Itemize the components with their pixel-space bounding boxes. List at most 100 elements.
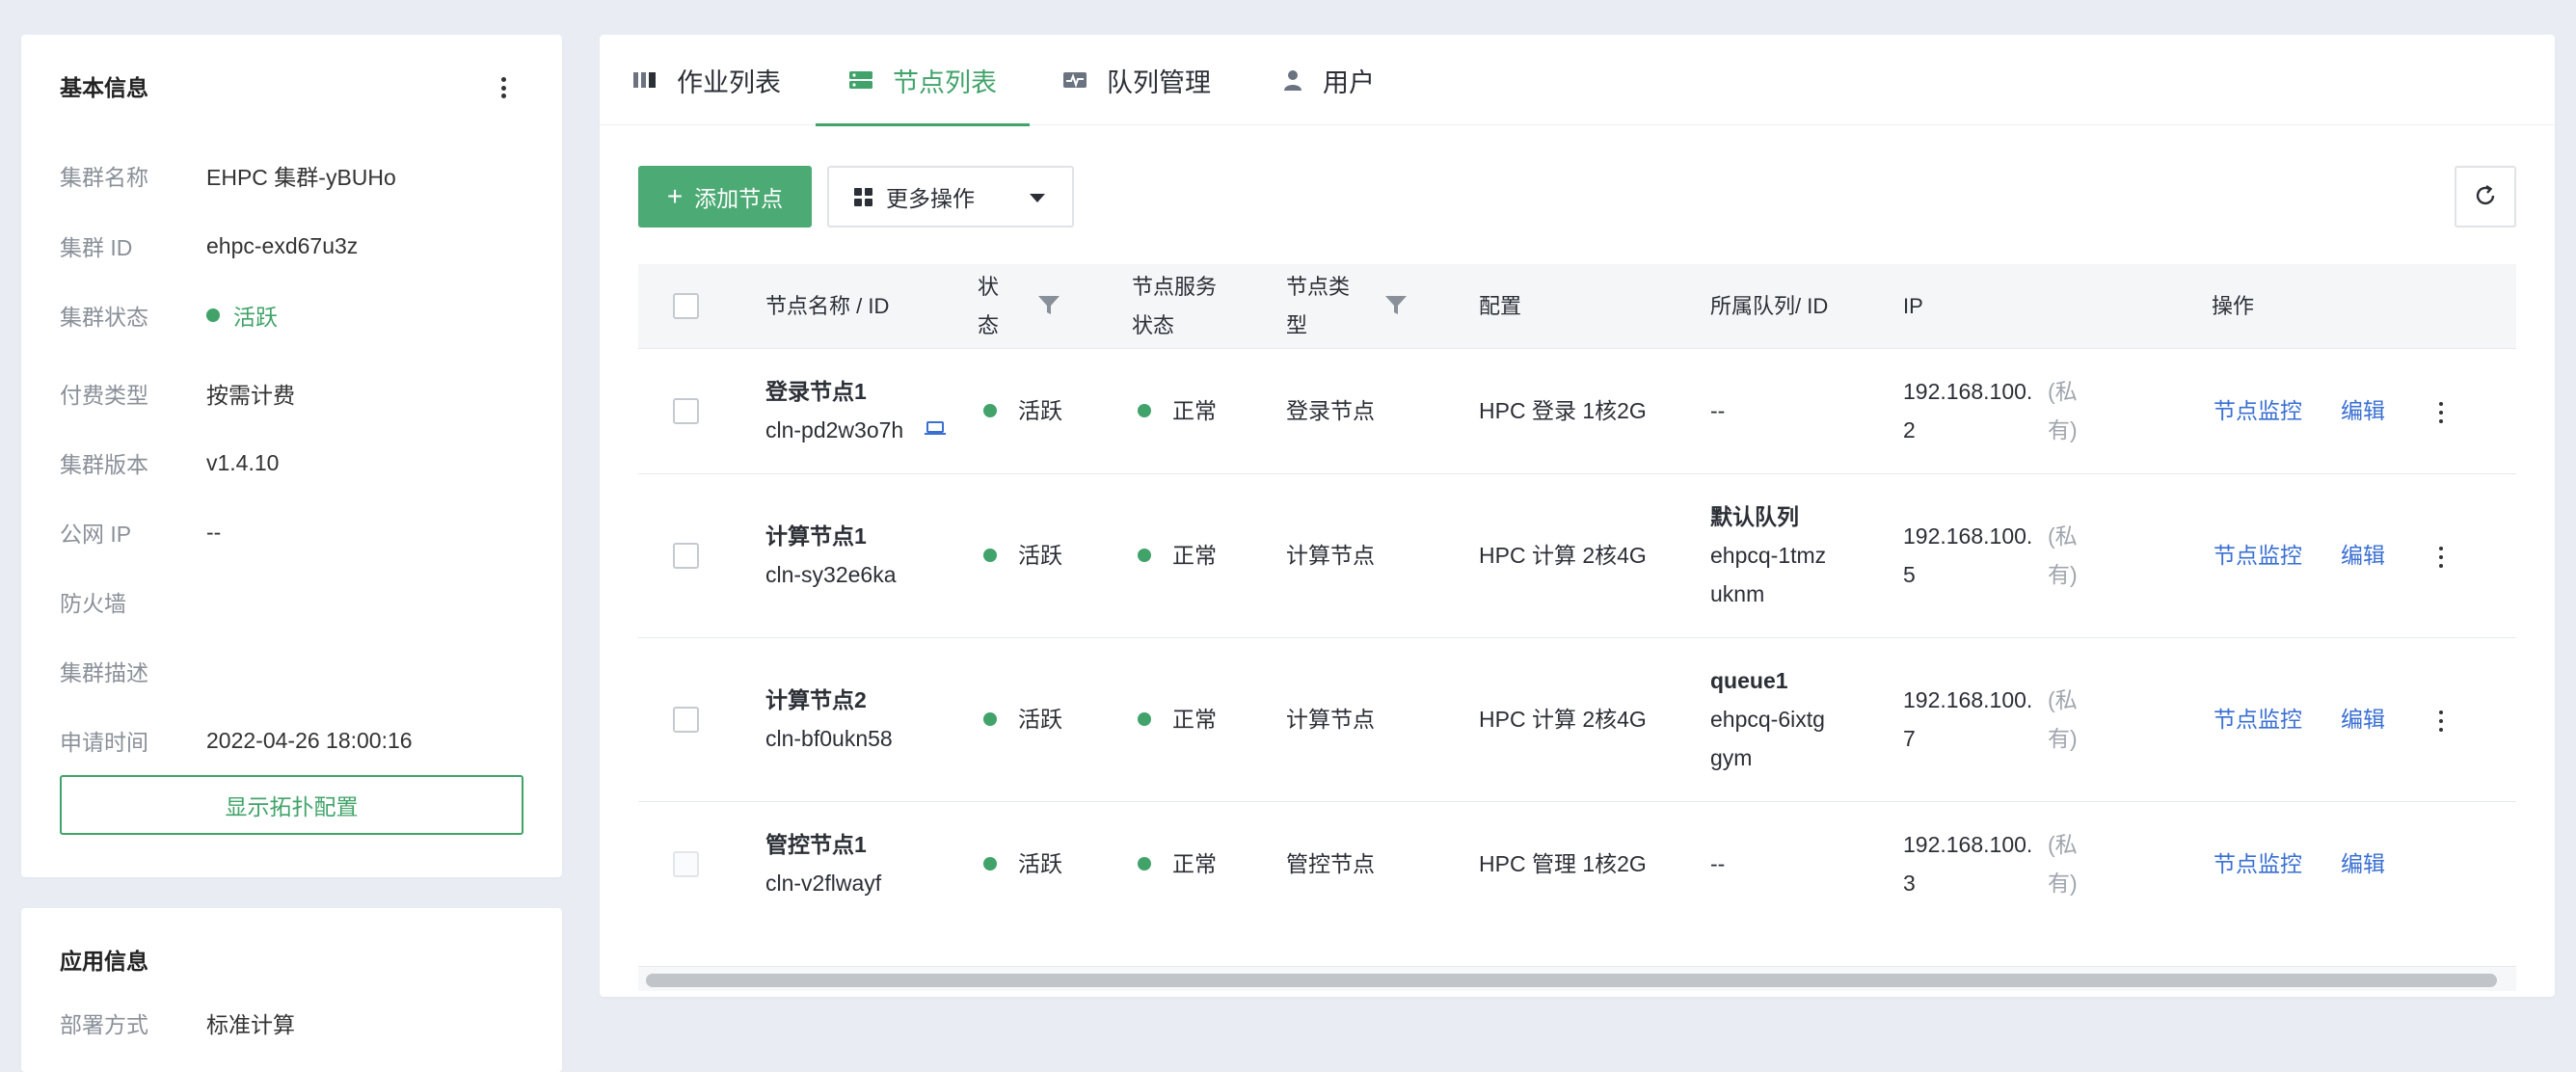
filter-icon[interactable] [1037,295,1060,321]
info-row-cluster-description: 集群描述 [60,657,206,685]
service-status: 正常 [1138,700,1217,738]
edit-link[interactable]: 编辑 [2341,536,2385,575]
info-label: 集群描述 [60,660,148,685]
header-service-line: 状态 [1132,313,1175,337]
header-queue: 所属队列/ ID [1710,294,1829,318]
node-list-panel: 作业列表 节点列表 队列管理 用户 + 添加节点 更多操作 节点名称 / ID … [600,35,2555,997]
edit-link[interactable]: 编辑 [2341,844,2385,883]
edit-link[interactable]: 编辑 [2341,391,2385,430]
ip-tag: 有) [2048,871,2078,896]
tab-label: 节点列表 [893,67,997,97]
row-checkbox[interactable] [673,707,699,733]
refresh-button[interactable] [2455,166,2516,228]
info-row-public-ip: 公网 IP -- [60,518,221,548]
header-ip: IP [1903,294,1923,318]
node-config: HPC 管理 1核2G [1479,851,1647,876]
queue-id: ehpcq-6ixtg [1710,707,1825,732]
queue-id: gym [1710,745,1753,770]
ip-address: 5 [1903,562,1916,587]
info-row-cluster-name: 集群名称 EHPC 集群-yBUHo [60,161,396,190]
ip-address: 7 [1903,726,1916,751]
node-id: cln-v2flwayf [765,871,882,896]
service-status: 正常 [1138,391,1217,430]
row-checkbox-disabled [673,851,699,877]
service-status: 正常 [1138,844,1217,883]
status-dot-icon [1138,857,1151,871]
node-monitor-link[interactable]: 节点监控 [2214,391,2302,430]
node-monitor-link[interactable]: 节点监控 [2214,844,2302,883]
tab-users[interactable]: 用户 [1282,35,1375,125]
status-text: 活跃 [233,305,278,330]
add-node-button[interactable]: + 添加节点 [638,166,812,228]
status-dot-icon [983,712,997,726]
more-vertical-icon[interactable] [2437,710,2445,732]
cluster-status-value: 活跃 [206,299,278,332]
row-checkbox[interactable] [673,543,699,569]
scrollbar-thumb[interactable] [646,974,2497,987]
header-status: 状 态 [978,268,999,345]
info-label: 申请时间 [60,730,148,755]
laptop-icon [924,411,947,449]
node-name: 计算节点1 [765,523,867,549]
info-label: 公网 IP [60,522,132,547]
tab-queue-management[interactable]: 队列管理 [1062,35,1211,125]
deploy-mode-value: 标准计算 [206,1012,295,1037]
node-id: cln-pd2w3o7h [765,417,904,442]
service-status-text: 正常 [1172,543,1217,568]
node-id: cln-sy32e6ka [765,562,897,587]
status-text: 活跃 [1018,543,1062,568]
header-actions: 操作 [2212,294,2255,318]
tab-job-list[interactable]: 作业列表 [632,35,781,125]
status-dot-icon [1138,549,1151,562]
node-monitor-link[interactable]: 节点监控 [2214,536,2302,575]
info-row-cluster-id: 集群 ID ehpc-exd67u3z [60,231,359,261]
ip-address: 192.168.100. [1903,379,2033,404]
queue-id: -- [1710,851,1726,876]
ip-tag: (私 [2048,379,2078,404]
cluster-id-value: ehpc-exd67u3z [206,232,359,258]
filter-icon[interactable] [1384,295,1408,321]
table-row: 计算节点1 cln-sy32e6ka 活跃 正常 计算节点 HPC 计算 2核4… [638,474,2516,638]
tab-node-list[interactable]: 节点列表 [816,35,1030,126]
add-node-label: 添加节点 [694,186,784,211]
more-vertical-icon[interactable] [499,77,507,98]
select-all-checkbox[interactable] [673,293,699,319]
service-status: 正常 [1138,536,1217,575]
row-checkbox[interactable] [673,398,699,424]
edit-link[interactable]: 编辑 [2341,700,2385,738]
header-status-line: 态 [978,313,1000,337]
tab-label: 队列管理 [1107,67,1211,97]
queue-name: queue1 [1710,668,1788,693]
ip-tag: 有) [2048,417,2078,442]
more-actions-dropdown[interactable]: 更多操作 [827,166,1074,228]
ip-address: 192.168.100. [1903,523,2033,549]
refresh-icon [2472,182,2499,212]
node-type: 登录节点 [1286,398,1375,423]
node-type: 计算节点 [1286,707,1375,732]
status-dot-icon [206,308,220,322]
info-row-firewall: 防火墙 [60,587,206,616]
header-config: 配置 [1479,294,1522,318]
status-dot-icon [983,549,997,562]
more-vertical-icon[interactable] [2437,547,2445,568]
service-status-text: 正常 [1172,398,1217,423]
ip-tag: (私 [2048,523,2078,549]
table-header: 节点名称 / ID 状 态 节点服务 状态 节点类 型 配置 所属队列/ ID … [638,264,2516,349]
table-row: 计算节点2 cln-bf0ukn58 活跃 正常 计算节点 HPC 计算 2核4… [638,638,2516,802]
ip-tag: (私 [2048,832,2078,857]
header-name: 节点名称 / ID [765,294,890,318]
info-label: 集群 ID [60,235,133,260]
caret-down-icon [1030,194,1045,202]
more-vertical-icon[interactable] [2437,402,2445,423]
node-status: 活跃 [983,844,1062,883]
node-status: 活跃 [983,391,1062,430]
tab-label: 作业列表 [677,67,781,97]
node-monitor-link[interactable]: 节点监控 [2214,700,2302,738]
show-topology-button[interactable]: 显示拓扑配置 [60,775,523,835]
info-label: 防火墙 [60,591,126,616]
info-label: 集群名称 [60,165,148,190]
app-info-card: 应用信息 部署方式 标准计算 [21,908,562,1072]
horizontal-scrollbar[interactable] [638,966,2516,991]
service-status-text: 正常 [1172,707,1217,732]
basic-info-title: 基本信息 [60,75,148,100]
